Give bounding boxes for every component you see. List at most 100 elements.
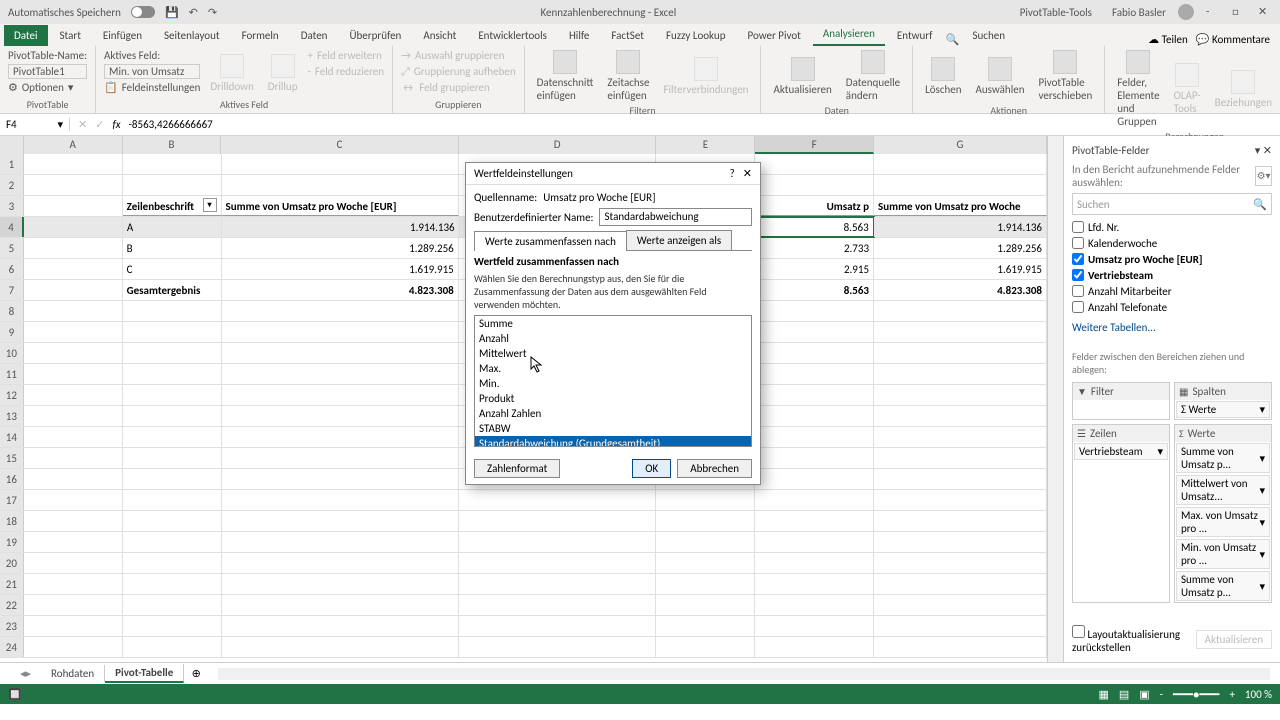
cell[interactable]: [755, 427, 874, 447]
cell[interactable]: [874, 511, 1047, 531]
row-number[interactable]: 16: [0, 469, 24, 489]
cell[interactable]: 1.914.136: [222, 217, 460, 237]
cell[interactable]: [123, 322, 222, 342]
cell[interactable]: [459, 616, 657, 636]
cell[interactable]: [222, 343, 459, 363]
cell[interactable]: [874, 364, 1047, 384]
cell[interactable]: [755, 448, 874, 468]
close-dialog-icon[interactable]: ✕: [743, 167, 752, 180]
cell[interactable]: [222, 574, 459, 594]
cell[interactable]: [123, 343, 222, 363]
cell[interactable]: [755, 637, 874, 657]
cell[interactable]: [24, 553, 123, 573]
cell[interactable]: [222, 406, 459, 426]
cell[interactable]: [656, 490, 755, 510]
pane-dropdown-icon[interactable]: ▾: [1255, 144, 1261, 157]
row-number[interactable]: 19: [0, 532, 24, 552]
value-area-item[interactable]: Min. von Umsatz pro ...▾: [1176, 539, 1270, 569]
row-area-item[interactable]: Vertriebsteam▾: [1074, 443, 1168, 460]
pt-options[interactable]: ⚙ Optionen ▾: [8, 80, 87, 95]
cell[interactable]: [755, 154, 874, 174]
cell[interactable]: [123, 364, 222, 384]
cell[interactable]: [755, 175, 874, 195]
row-number[interactable]: 8: [0, 301, 24, 321]
cell[interactable]: [755, 301, 874, 321]
tab-summarize[interactable]: Werte zusammenfassen nach: [474, 231, 627, 251]
cell[interactable]: [874, 175, 1047, 195]
cell[interactable]: [123, 553, 222, 573]
cell[interactable]: [755, 406, 874, 426]
col-a[interactable]: A: [24, 136, 123, 154]
cell[interactable]: 1.289.256: [222, 238, 459, 258]
col-c[interactable]: C: [221, 136, 458, 154]
cell[interactable]: 4.823.308: [874, 280, 1047, 300]
cell[interactable]: [222, 322, 459, 342]
tab-showas[interactable]: Werte anzeigen als: [626, 230, 732, 250]
cell[interactable]: [123, 532, 222, 552]
cell[interactable]: [24, 469, 123, 489]
undo-icon[interactable]: ↶: [189, 6, 198, 19]
cell[interactable]: 1.289.256: [874, 238, 1047, 258]
row-number[interactable]: 23: [0, 616, 24, 636]
gear-icon[interactable]: ⚙▾: [1255, 166, 1272, 186]
area-rows[interactable]: ☰ ZeilenVertriebsteam▾: [1072, 424, 1170, 603]
row-number[interactable]: 3: [0, 196, 24, 216]
check-icon[interactable]: ✓: [95, 118, 104, 131]
cell[interactable]: [222, 175, 459, 195]
sheet-tab-raw[interactable]: Rohdaten: [41, 665, 105, 682]
value-area-item[interactable]: Mittelwert von Umsatz...▾: [1176, 475, 1270, 505]
zoom-level[interactable]: 100 %: [1245, 688, 1272, 701]
col-f[interactable]: F: [755, 136, 874, 154]
cell[interactable]: [459, 553, 657, 573]
ok-button[interactable]: OK: [632, 459, 671, 478]
cell[interactable]: [123, 406, 222, 426]
function-item[interactable]: Produkt: [475, 391, 751, 406]
row-number[interactable]: 12: [0, 385, 24, 405]
row-number[interactable]: 9: [0, 322, 24, 342]
formula-bar[interactable]: -8563,4266666667: [129, 118, 213, 131]
field-item[interactable]: Umsatz pro Woche [EUR]: [1072, 251, 1272, 267]
cell[interactable]: [123, 511, 222, 531]
add-sheet-icon[interactable]: ⊕: [184, 667, 208, 680]
cell[interactable]: [755, 511, 874, 531]
function-item[interactable]: Max.: [475, 361, 751, 376]
cell[interactable]: Umsatz p: [755, 196, 874, 216]
row-number[interactable]: 5: [0, 238, 24, 258]
filter-icon[interactable]: ▾: [203, 198, 217, 212]
tab-powerpivot[interactable]: Power Pivot: [737, 25, 810, 46]
function-item[interactable]: STABW: [475, 421, 751, 436]
cell[interactable]: [222, 427, 459, 447]
cell[interactable]: [755, 595, 874, 615]
row-number[interactable]: 22: [0, 595, 24, 615]
cell[interactable]: [656, 553, 755, 573]
cell[interactable]: [24, 511, 123, 531]
cell[interactable]: [24, 532, 123, 552]
cell[interactable]: [222, 490, 459, 510]
cell[interactable]: [874, 637, 1047, 657]
vertical-scrollbar[interactable]: [1047, 136, 1063, 662]
cell[interactable]: [222, 595, 459, 615]
cell[interactable]: 1.914.136: [874, 217, 1047, 237]
cell[interactable]: 2.733: [755, 238, 874, 258]
cell[interactable]: [459, 490, 657, 510]
function-item[interactable]: Summe: [475, 316, 751, 331]
move-button[interactable]: PivotTable verschieben: [1035, 48, 1097, 104]
field-search[interactable]: Suchen🔍: [1072, 193, 1272, 215]
tab-help[interactable]: Hilfe: [559, 25, 599, 46]
tab-factset[interactable]: FactSet: [601, 25, 654, 46]
tab-nav-icon[interactable]: ◂▸: [20, 667, 31, 680]
clear-button[interactable]: Löschen: [921, 48, 965, 104]
view-break-icon[interactable]: ▣: [1139, 688, 1149, 701]
cell[interactable]: [874, 448, 1047, 468]
chevron-down-icon[interactable]: ▾: [57, 118, 63, 131]
row-number[interactable]: 2: [0, 175, 24, 195]
cell[interactable]: [24, 322, 123, 342]
cell[interactable]: [123, 154, 222, 174]
row-number[interactable]: 15: [0, 448, 24, 468]
cell[interactable]: [222, 532, 459, 552]
cell[interactable]: [123, 490, 222, 510]
share-button[interactable]: ☁ Teilen: [1148, 33, 1188, 46]
tab-analyze[interactable]: Analysieren: [813, 23, 885, 46]
zoom-out-icon[interactable]: -: [1160, 688, 1163, 701]
cell[interactable]: [656, 595, 755, 615]
